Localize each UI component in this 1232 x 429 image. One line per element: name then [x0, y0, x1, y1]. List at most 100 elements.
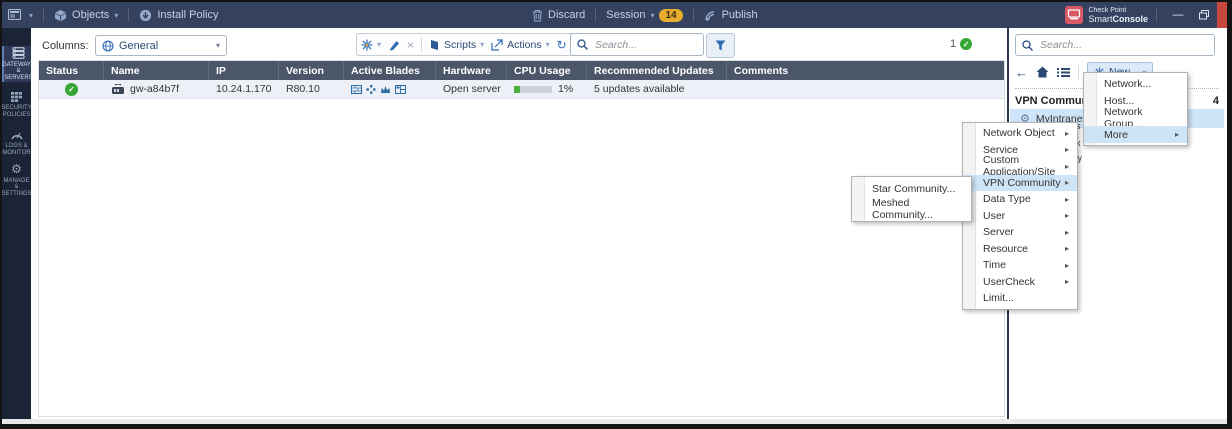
gateways-search [570, 33, 704, 56]
column-header[interactable]: Comments [727, 61, 1004, 80]
menu-item-time[interactable]: Time ▸ [963, 257, 1077, 274]
funnel-icon [715, 40, 726, 51]
menu-item-more[interactable]: More ▸ [1084, 126, 1187, 143]
actions-label: Actions [507, 38, 542, 51]
menu-item-custom-application-site[interactable]: Custom Application/Site ▸ [963, 154, 1077, 178]
column-header[interactable]: Name [104, 61, 209, 80]
menu-item-star-community[interactable]: Star Community... [852, 179, 971, 199]
cpu-usage-bar [514, 85, 552, 93]
menu-item-limit[interactable]: Limit... [963, 290, 1077, 307]
columns-view-dropdown[interactable]: General ▾ [95, 35, 227, 56]
application-blade-icon [381, 85, 390, 93]
brand-console: Console [1112, 14, 1148, 24]
column-header[interactable]: Hardware [436, 61, 507, 80]
session-count-badge: 14 [659, 8, 683, 22]
session-menu-button[interactable]: Session ▾ 14 [606, 8, 683, 22]
menu-item-usercheck[interactable]: UserCheck ▸ [963, 274, 1077, 291]
logs-monitor-icon [10, 128, 24, 141]
menu-item-server[interactable]: Server ▸ [963, 224, 1077, 241]
delete-button[interactable]: × [407, 38, 414, 52]
sidebar-item-logs-monitor[interactable]: LOGS & MONITOR [2, 124, 31, 160]
menu-item-network-group[interactable]: Network Group... [1084, 106, 1187, 130]
close-button[interactable] [1217, 2, 1227, 28]
version-cell: R80.10 [286, 83, 320, 95]
chevron-down-icon: ▾ [480, 40, 485, 49]
scripts-label: Scripts [444, 38, 477, 51]
firewall-blade-icon [351, 84, 362, 94]
status-cell: ✓ [39, 80, 104, 98]
menu-item-resource[interactable]: Resource ▸ [963, 241, 1077, 258]
trash-icon [532, 9, 543, 22]
sidebar-item-label: SECURITY POLICIES [2, 105, 32, 118]
back-button[interactable]: ← [1015, 65, 1028, 80]
objects-label: Objects [72, 9, 110, 21]
menu-item-network[interactable]: Network... [1084, 75, 1187, 92]
sidebar-item-gateways-servers[interactable]: GATEWAYS & SERVERS [2, 46, 35, 82]
chevron-down-icon: ▾ [29, 10, 34, 20]
column-header[interactable]: Version [279, 61, 344, 80]
filter-button[interactable] [706, 33, 735, 58]
objects-cube-icon [54, 9, 67, 22]
edit-button[interactable] [388, 39, 400, 51]
brand-text: Check Point SmartConsole [1088, 7, 1148, 24]
column-header[interactable]: Active Blades [344, 61, 436, 80]
submenu-arrow-icon: ▸ [1064, 277, 1069, 287]
globe-icon [102, 39, 114, 52]
gear-icon: ⚙ [11, 162, 22, 177]
publish-button[interactable]: Publish [704, 9, 758, 22]
app-menu-button[interactable]: ▾ [8, 8, 34, 22]
column-header[interactable]: CPU Usage [507, 61, 587, 80]
menu-item-data-type[interactable]: Data Type ▸ [963, 191, 1077, 208]
chevron-down-icon: ▾ [114, 10, 119, 20]
home-button[interactable] [1036, 66, 1049, 78]
status-ok-icon: ✓ [65, 82, 78, 96]
vpn-community-submenu: Star Community... Meshed Community... [851, 176, 972, 222]
separator [1078, 64, 1079, 80]
table-row[interactable]: ✓ gw-a84b7f 10.24.1.170 R80.10 Open serv… [39, 80, 1004, 99]
install-policy-button[interactable]: Install Policy [139, 9, 218, 22]
session-label: Session [606, 9, 646, 21]
submenu-arrow-icon: ▸ [1064, 194, 1069, 204]
submenu-arrow-icon: ▸ [1064, 244, 1069, 254]
minimize-button[interactable]: — [1165, 2, 1191, 28]
column-header[interactable]: Status [39, 61, 104, 80]
scripts-button[interactable]: Scripts ▾ [429, 39, 484, 51]
objects-search-input[interactable] [1038, 38, 1208, 52]
menu-item-user[interactable]: User ▸ [963, 208, 1077, 225]
menu-item-vpn-community[interactable]: VPN Community ▸ [963, 174, 1077, 191]
list-view-button[interactable] [1057, 67, 1070, 78]
chevron-down-icon: ▾ [650, 10, 655, 20]
search-icon [1022, 39, 1033, 51]
column-header[interactable]: Recommended Updates [587, 61, 727, 80]
sidebar-item-label: MANAGE & SETTINGS [2, 177, 32, 197]
ips-blade-icon [366, 84, 376, 94]
smartconsole-window: ▾ Objects ▾ Install Policy Discard Sessi… [2, 2, 1227, 424]
security-policies-icon [10, 90, 23, 103]
window-bottom-strip [2, 419, 1227, 424]
install-policy-label: Install Policy [157, 9, 219, 21]
publish-icon [704, 9, 717, 22]
checkpoint-logo [1065, 6, 1084, 24]
column-header[interactable]: IP [209, 61, 279, 80]
separator [692, 8, 694, 22]
sidebar-item-manage-settings[interactable]: ⚙ MANAGE & SETTINGS [2, 162, 32, 198]
search-icon [577, 39, 588, 50]
cpu-usage-cell: 1% [507, 80, 587, 98]
discard-label: Discard [548, 9, 586, 21]
gateways-servers-icon [12, 47, 25, 60]
maximize-button[interactable] [1191, 2, 1217, 28]
objects-menu-button[interactable]: Objects ▾ [54, 9, 118, 22]
chevron-down-icon: ▾ [377, 40, 382, 49]
discard-button[interactable]: Discard [532, 9, 585, 22]
submenu-arrow-icon: ▸ [1064, 161, 1069, 171]
actions-button[interactable]: Actions ▾ [491, 38, 550, 51]
menu-item-meshed-community[interactable]: Meshed Community... [852, 197, 971, 221]
active-blades-cell [344, 80, 436, 98]
sidebar-item-security-policies[interactable]: SECURITY POLICIES [2, 86, 32, 122]
sidebar-item-label: LOGS & MONITOR [2, 143, 31, 156]
menu-item-network-object[interactable]: Network Object ▸ [963, 125, 1077, 142]
new-object-button[interactable]: ▾ [361, 39, 381, 51]
columns-view-value: General [119, 39, 159, 52]
updates-link[interactable]: 5 updates available [587, 80, 727, 98]
search-input[interactable] [593, 37, 697, 52]
